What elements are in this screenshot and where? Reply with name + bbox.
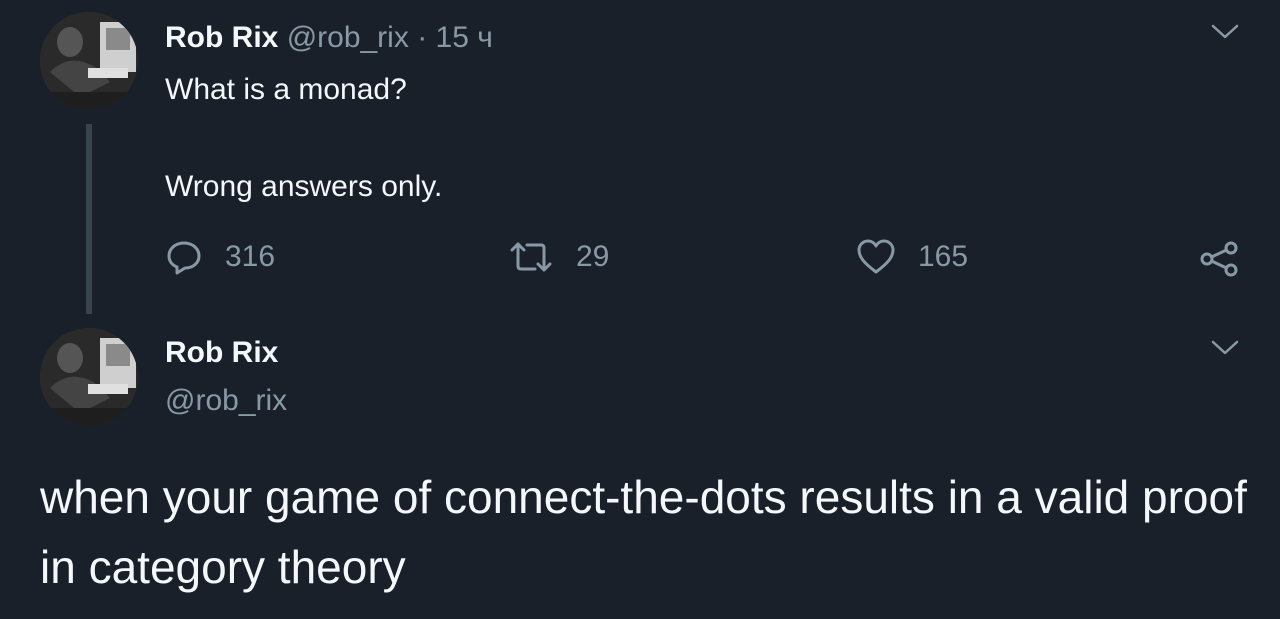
chevron-down-icon[interactable]	[1210, 22, 1240, 42]
author-avatar[interactable]	[40, 12, 138, 110]
author-avatar[interactable]	[40, 328, 138, 426]
reply-icon	[167, 241, 201, 275]
tweet-timestamp[interactable]: 15 ч	[436, 21, 493, 54]
reply-tweet-text: when your game of connect-the-dots resul…	[40, 471, 1247, 593]
retweet-button[interactable]: 29	[508, 237, 609, 277]
tweet-thread-screen: Rob Rix @rob_rix · 15 ч What is a monad?…	[0, 0, 1280, 619]
retweet-icon	[510, 242, 552, 272]
avatar-photo-icon	[40, 12, 138, 110]
like-count: 165	[918, 240, 969, 273]
author-name[interactable]: Rob Rix	[165, 333, 278, 373]
heart-icon	[857, 239, 895, 274]
tweet-header: Rob Rix @rob_rix · 15 ч	[165, 18, 493, 58]
reply-count: 316	[225, 240, 276, 273]
chevron-down-icon[interactable]	[1210, 338, 1240, 358]
retweet-count: 29	[576, 240, 610, 273]
avatar-photo-icon	[40, 328, 138, 426]
tweet-text-line: What is a monad?	[165, 73, 407, 106]
thread-connector-line	[86, 124, 92, 314]
author-name[interactable]: Rob Rix	[165, 21, 278, 54]
like-button[interactable]: 165	[856, 237, 968, 277]
share-button[interactable]	[1198, 239, 1240, 279]
share-icon	[1200, 241, 1238, 277]
reply-button[interactable]: 316	[165, 237, 275, 277]
tweet-text-line: Wrong answers only.	[165, 170, 443, 203]
author-handle[interactable]: @rob_rix	[165, 381, 287, 421]
author-handle[interactable]: @rob_rix	[287, 21, 409, 54]
header-separator: ·	[417, 21, 428, 54]
